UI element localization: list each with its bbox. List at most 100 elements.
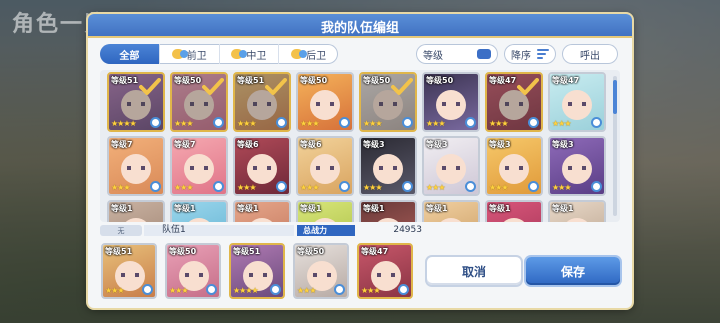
cancel-button[interactable]: 取消 [427,257,521,285]
roster-character-card[interactable]: 等级50 ★★★ [359,72,417,132]
rank-badge-icon [276,181,287,192]
character-level: 等级1 [237,204,259,213]
roster-character-card[interactable]: 等级1★★ [548,200,606,222]
roster-character-card[interactable]: 等级50 ★★★ [170,72,228,132]
rank-badge-icon [402,117,413,128]
rank-badge-icon [398,284,409,295]
roster-character-card[interactable]: 等级7 ★★★ [107,136,165,196]
call-out-label: 呼出 [580,50,600,62]
character-level: 等级6 [237,140,259,149]
character-level: 等级1 [552,204,574,213]
roster-character-card[interactable]: 等级1★★ [170,200,228,222]
roster-scroll-area[interactable]: 等级51 ★★★★ 等级50 ★★★ 等级51 ★★★ 等级50 ★★★ 等级50 ★★★ 等级50… [100,70,620,222]
scrollbar-thumb[interactable] [613,80,617,114]
party-name: 队伍1 [144,225,294,236]
roster-character-card[interactable]: 等级6 ★★★ [233,136,291,196]
roster-character-card[interactable]: 等级1★★ [233,200,291,222]
star-rating: ★★★★ [111,119,137,128]
tab-middle[interactable]: 中卫 [220,44,280,64]
character-level: 等级51 [233,247,261,256]
party-member-card[interactable]: 等级50 ★★★ [165,243,221,299]
star-rating: ★★★ [111,183,130,192]
sort-order-label: 降序 [511,50,531,62]
character-level: 等级1 [300,204,322,213]
character-level: 等级47 [361,247,389,256]
roster-character-card[interactable]: 等级47 ★★★ [548,72,606,132]
save-button[interactable]: 保存 [526,257,620,285]
party-info-bar: 无 队伍1 总战力 24953 [100,225,620,237]
roster-character-card[interactable]: 等级3 ★★★ [422,136,480,196]
checkmark-icon [202,78,224,95]
roster-character-card[interactable]: 等级51 ★★★ [233,72,291,132]
filter-row: 全部 前卫 中卫 后卫 等级 降序 呼出 [100,44,620,66]
star-rating: ★★★ [297,286,316,295]
party-member-card[interactable]: 等级51 ★★★ [101,243,157,299]
star-rating: ★★★ [237,183,256,192]
rank-badge-icon [276,117,287,128]
roster-character-card[interactable]: 等级51 ★★★★ [107,72,165,132]
star-rating: ★★★★ [233,286,259,295]
party-tag: 无 [100,225,142,236]
character-level: 等级6 [300,140,322,149]
dialog-title: 我的队伍编组 [88,14,632,38]
rank-badge-icon [465,181,476,192]
tab-back[interactable]: 后卫 [279,44,338,64]
roster-character-card[interactable]: 等级3 ★★★ [548,136,606,196]
character-level: 等级3 [489,140,511,149]
sort-order-button[interactable]: 降序 [504,44,556,64]
tab-all[interactable]: 全部 [100,44,160,64]
tab-all-label: 全部 [119,50,140,62]
toggle-icon [477,49,491,59]
character-level: 等级1 [489,204,511,213]
party-members: 等级51 ★★★ 等级50 ★★★ 等级51 ★★★★ 等级50 ★★★ 等级47 ★★★ [101,243,413,299]
tab-front-label: 前卫 [186,50,207,62]
character-level: 等级7 [111,140,133,149]
roster-scrollbar[interactable] [613,76,617,216]
roster-character-card[interactable]: 等级1★★ [422,200,480,222]
party-member-card[interactable]: 等级51 ★★★★ [229,243,285,299]
checkmark-icon [517,78,539,95]
party-member-card[interactable]: 等级50 ★★★ [293,243,349,299]
rank-badge-icon [528,181,539,192]
star-rating: ★★★ [489,119,508,128]
roster-character-card[interactable]: 等级1★★ [296,200,354,222]
star-rating: ★★★ [105,286,124,295]
roster-character-card[interactable]: 等级1★★ [485,200,543,222]
rank-badge-icon [528,117,539,128]
front-position-icon [171,49,188,59]
party-member-card[interactable]: 等级47 ★★★ [357,243,413,299]
tab-middle-label: 中卫 [246,50,267,62]
tab-front[interactable]: 前卫 [160,44,220,64]
checkmark-icon [265,78,287,95]
checkmark-icon [391,78,413,95]
roster-grid: 等级51 ★★★★ 等级50 ★★★ 等级51 ★★★ 等级50 ★★★ 等级50 ★★★ 等级50… [107,72,610,222]
character-level: 等级47 [489,76,517,85]
rank-badge-icon [213,181,224,192]
character-level: 等级50 [169,247,197,256]
character-level: 等级1 [426,204,448,213]
character-level: 等级51 [105,247,133,256]
character-level: 等级1 [111,204,133,213]
roster-character-card[interactable]: 等级1★★ [107,200,165,222]
roster-character-card[interactable]: 等级3 ★★★ [485,136,543,196]
roster-character-card[interactable]: 等级50 ★★★ [296,72,354,132]
star-rating: ★★★ [552,183,571,192]
star-rating: ★★★ [300,119,319,128]
character-level: 等级1 [174,204,196,213]
star-rating: ★★★ [169,286,188,295]
rank-badge-icon [339,117,350,128]
roster-character-card[interactable]: 等级3 ★★★ [359,136,417,196]
sort-key-button[interactable]: 等级 [416,44,498,64]
roster-character-card[interactable]: 等级50 ★★★ [422,72,480,132]
total-power-label: 总战力 [297,225,355,236]
star-rating: ★★★ [174,183,193,192]
checkmark-icon [139,78,161,95]
call-out-button[interactable]: 呼出 [562,44,618,64]
character-level: 等级50 [174,76,202,85]
roster-character-card[interactable]: 等级7 ★★★ [170,136,228,196]
character-level: 等级51 [111,76,139,85]
roster-character-card[interactable]: 等级6 ★★★ [296,136,354,196]
roster-character-card[interactable]: 等级47 ★★★ [485,72,543,132]
character-level: 等级3 [552,140,574,149]
roster-character-card[interactable]: 等级1★★ [359,200,417,222]
